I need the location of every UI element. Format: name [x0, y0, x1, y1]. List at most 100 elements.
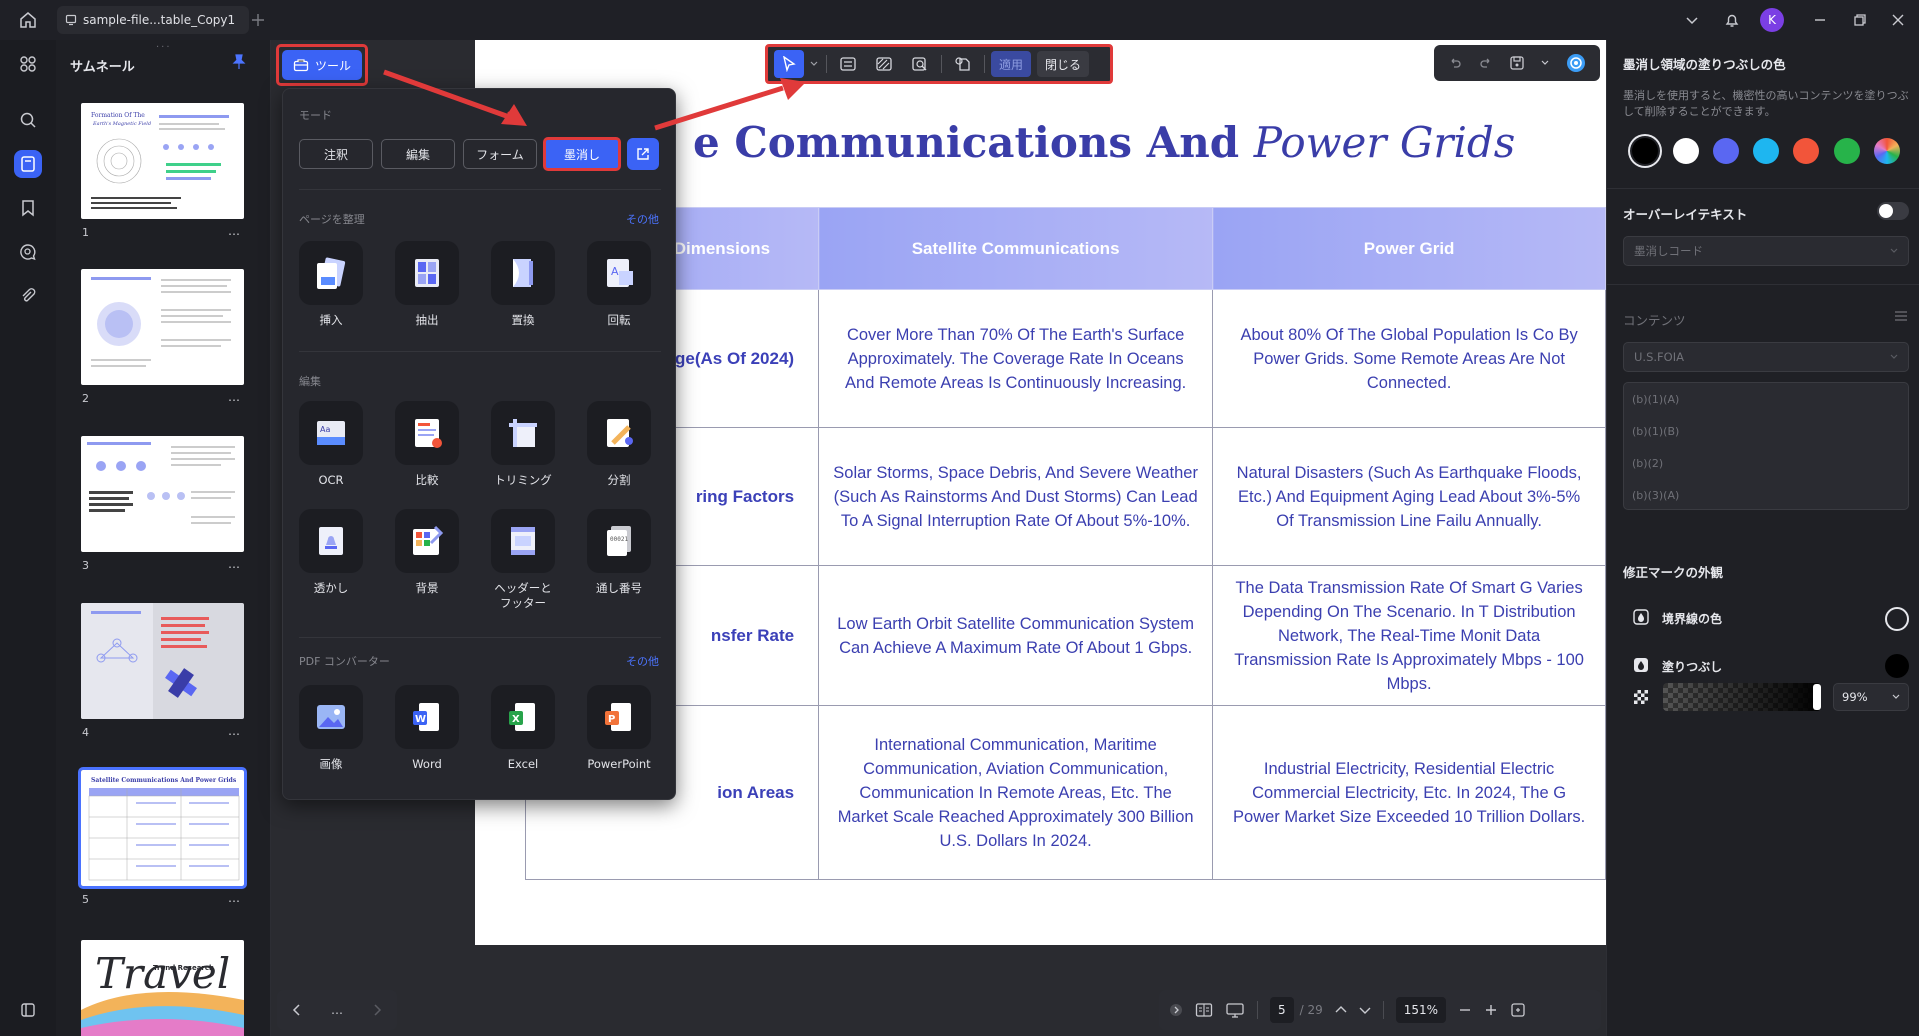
zoom-out-icon[interactable]	[1458, 1003, 1472, 1017]
bookmark-icon[interactable]	[14, 194, 42, 222]
page-more-icon[interactable]: …	[228, 724, 241, 738]
restore-icon[interactable]	[1848, 8, 1872, 32]
mode-redact-button[interactable]: 墨消し	[543, 137, 621, 171]
redact-area-button[interactable]	[869, 50, 899, 78]
select-cursor-button[interactable]	[774, 50, 804, 78]
tool-split[interactable]: 分割	[587, 401, 651, 487]
chevron-down-icon[interactable]	[1680, 8, 1704, 32]
list-item[interactable]: (b)(1)(B)	[1632, 425, 1679, 438]
page-more-icon[interactable]: …	[228, 224, 241, 238]
page-thumbnail-selected[interactable]: Satellite Communications And Power Grids	[78, 767, 247, 889]
tool-background[interactable]: 背景	[395, 509, 459, 595]
chevron-down-icon[interactable]	[810, 60, 820, 68]
tool-ocr[interactable]: Aa OCR	[299, 401, 363, 487]
new-tab-icon[interactable]	[246, 8, 270, 32]
converter-more-link[interactable]: その他	[626, 653, 659, 669]
thumbnails-icon[interactable]	[14, 150, 42, 178]
save-icon[interactable]	[1509, 55, 1525, 71]
mode-annotate-button[interactable]: 注釈	[299, 139, 373, 169]
zoom-input[interactable]: 151%	[1395, 997, 1447, 1023]
tool-to-word[interactable]: W Word	[395, 685, 459, 771]
color-swatch-blue[interactable]	[1713, 138, 1739, 164]
chevron-up-icon[interactable]	[1335, 1005, 1347, 1015]
tool-replace[interactable]: 置換	[491, 241, 555, 327]
page-thumbnail[interactable]: Travel Trend Research	[81, 940, 244, 1036]
border-color-swatch[interactable]	[1885, 607, 1909, 631]
tool-header-footer[interactable]: ヘッダーと フッター	[491, 509, 555, 610]
bell-icon[interactable]	[1720, 8, 1744, 32]
page-more-icon[interactable]: …	[228, 891, 241, 905]
redo-icon[interactable]	[1479, 56, 1493, 70]
color-swatch-cyan[interactable]	[1753, 138, 1779, 164]
page-thumbnail[interactable]: Formation Of The Earth's Magnetic Field	[81, 103, 244, 219]
drag-handle[interactable]: ···	[156, 42, 172, 53]
tool-button[interactable]: ツール	[282, 50, 362, 80]
list-item[interactable]: (b)(2)	[1632, 457, 1663, 470]
redact-page-button[interactable]	[948, 50, 978, 78]
opacity-slider-handle[interactable]	[1813, 684, 1821, 710]
page-layout-icon[interactable]	[1195, 1002, 1213, 1018]
sidebar-toggle-icon[interactable]	[14, 996, 42, 1024]
chevron-down-icon[interactable]	[1359, 1005, 1371, 1015]
home-icon[interactable]	[16, 8, 40, 32]
apply-button[interactable]: 適用	[991, 51, 1032, 77]
opacity-slider[interactable]	[1663, 683, 1821, 711]
fill-label: 塗りつぶし	[1662, 660, 1723, 674]
minimize-icon[interactable]	[1808, 8, 1832, 32]
open-external-icon[interactable]	[627, 138, 659, 170]
fit-page-icon[interactable]	[1510, 1002, 1526, 1018]
organize-more-link[interactable]: その他	[626, 211, 659, 227]
mode-form-button[interactable]: フォーム	[463, 139, 537, 169]
pin-icon[interactable]	[232, 54, 246, 70]
tool-crop[interactable]: トリミング	[491, 401, 555, 487]
page-thumbnail[interactable]	[81, 269, 244, 385]
avatar[interactable]: K	[1760, 8, 1784, 32]
search-redact-button[interactable]	[905, 50, 935, 78]
grid-view-icon[interactable]	[14, 50, 42, 78]
presentation-icon[interactable]	[1225, 1002, 1245, 1018]
list-item[interactable]: (b)(3)(A)	[1632, 489, 1679, 502]
overlay-text-select[interactable]: 墨消しコード	[1623, 236, 1909, 266]
document-tab[interactable]: sample-file...table_Copy1	[57, 6, 249, 34]
page-thumbnail[interactable]	[81, 603, 244, 719]
color-swatch-black[interactable]	[1632, 138, 1658, 164]
collapse-icon[interactable]	[1169, 1003, 1183, 1017]
page-more-icon[interactable]: …	[228, 557, 241, 571]
content-select[interactable]: U.S.FOIA	[1623, 342, 1909, 372]
color-picker-icon[interactable]	[1874, 138, 1900, 164]
close-icon[interactable]	[1886, 8, 1910, 32]
undo-icon[interactable]	[1448, 56, 1462, 70]
page-more-icon[interactable]: …	[228, 390, 241, 404]
color-swatch-red[interactable]	[1793, 138, 1819, 164]
chevron-left-icon[interactable]	[292, 1004, 302, 1016]
comment-search-icon[interactable]	[14, 238, 42, 266]
close-button[interactable]: 閉じる	[1037, 51, 1090, 77]
more-icon[interactable]: …	[331, 1003, 343, 1017]
overlay-text-toggle[interactable]	[1877, 202, 1909, 220]
tool-watermark[interactable]: 透かし	[299, 509, 363, 595]
chevron-right-icon[interactable]	[372, 1004, 382, 1016]
attachment-icon[interactable]	[14, 282, 42, 310]
tool-to-powerpoint[interactable]: P PowerPoint	[587, 685, 651, 771]
tool-extract[interactable]: 抽出	[395, 241, 459, 327]
fill-color-swatch[interactable]	[1885, 654, 1909, 678]
tool-rotate[interactable]: A 回転	[587, 241, 651, 327]
opacity-select[interactable]: 99%	[1833, 683, 1909, 711]
page-number-input[interactable]: 5	[1270, 997, 1294, 1023]
tool-to-image[interactable]: 画像	[299, 685, 363, 771]
list-settings-icon[interactable]	[1893, 308, 1909, 324]
tool-compare[interactable]: 比較	[395, 401, 459, 487]
ai-assistant-icon[interactable]	[1566, 53, 1586, 73]
chevron-down-icon[interactable]	[1541, 59, 1549, 67]
color-swatch-white[interactable]	[1673, 138, 1699, 164]
search-icon[interactable]	[14, 106, 42, 134]
tool-to-excel[interactable]: X Excel	[491, 685, 555, 771]
mode-edit-button[interactable]: 編集	[381, 139, 455, 169]
color-swatch-green[interactable]	[1834, 138, 1860, 164]
tool-insert[interactable]: 挿入	[299, 241, 363, 327]
page-thumbnail[interactable]	[81, 436, 244, 552]
tool-bates-number[interactable]: 00021 通し番号	[587, 509, 651, 595]
list-item[interactable]: (b)(1)(A)	[1632, 393, 1679, 406]
zoom-in-icon[interactable]	[1484, 1003, 1498, 1017]
redact-text-button[interactable]	[833, 50, 863, 78]
